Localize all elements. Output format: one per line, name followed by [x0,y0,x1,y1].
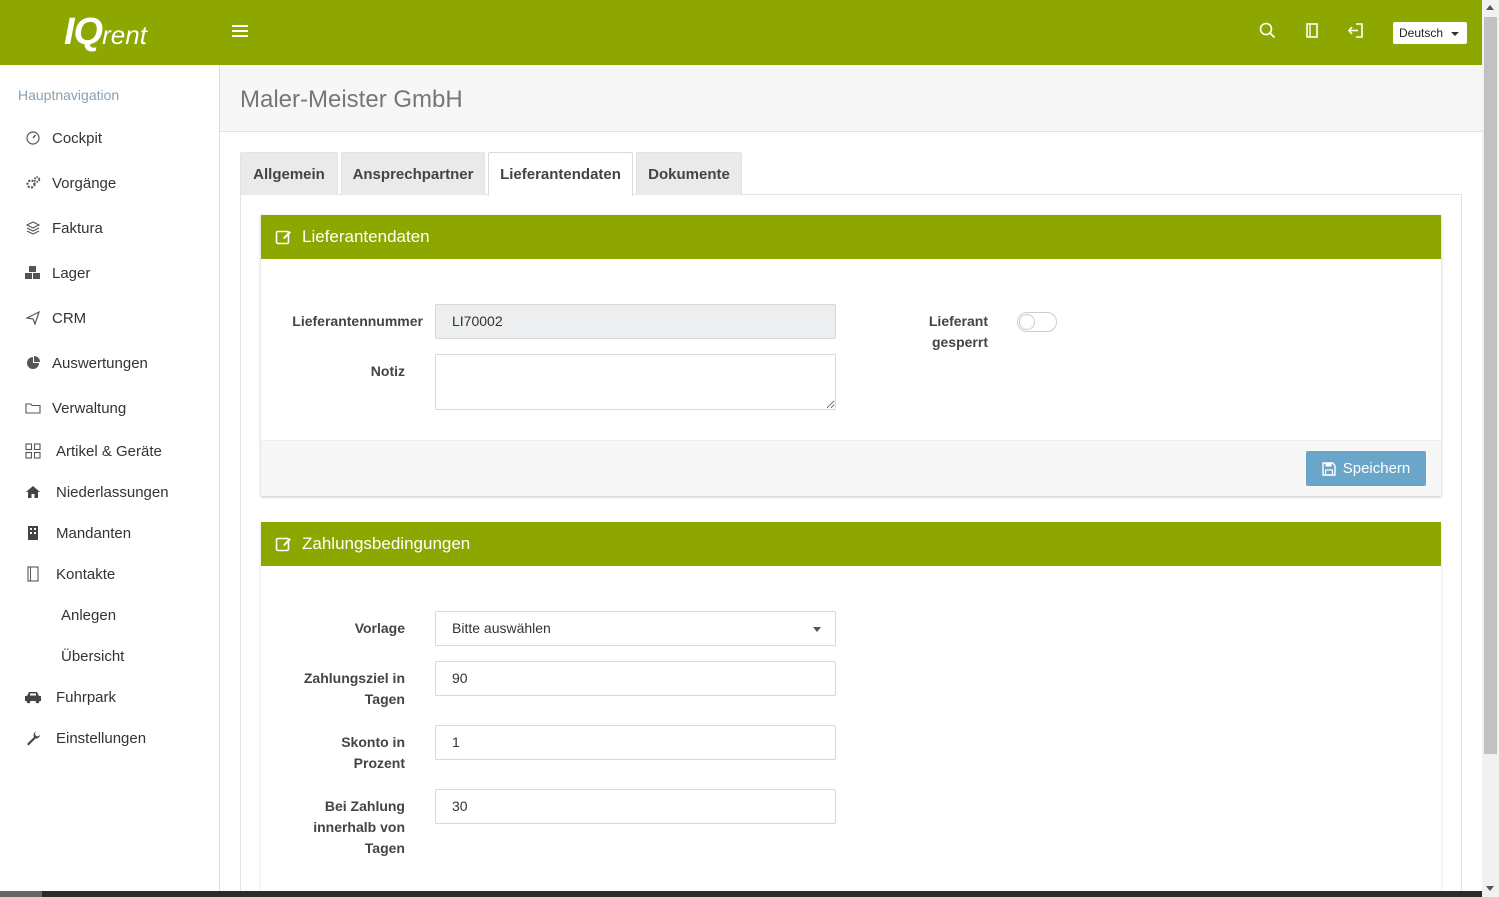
note-label: Notiz [370,363,405,379]
sidebar-item-label: Kontakte [56,565,116,583]
sidebar: Hauptnavigation Cockpit Vorgänge Faktura… [0,65,220,897]
sidebar-item-label: Anlegen [61,606,117,624]
floppy-disk-icon [1322,461,1336,476]
book-icon[interactable] [1301,20,1323,42]
sidebar-item-label: Lager [52,264,91,282]
nav-header: Hauptnavigation [18,87,120,103]
sidebar-item-label: Artikel & Geräte [56,442,162,460]
card-title: Lieferantendaten [302,227,430,246]
sidebar-item-label: Auswertungen [52,354,148,372]
supplier-data-card: Lieferantendaten Lieferantennummer LI700… [261,215,1441,496]
search-icon[interactable] [1257,20,1279,42]
building-icon [24,524,42,542]
sidebar-item-einstellungen[interactable]: Einstellungen [24,727,214,749]
sidebar-item-label: CRM [52,309,87,327]
tab-lieferantendaten[interactable]: Lieferantendaten [488,152,633,196]
sidebar-item-mandanten[interactable]: Mandanten [24,522,214,544]
menu-toggle-icon[interactable] [232,25,248,39]
sidebar-item-label: Fuhrpark [56,688,117,706]
payment-terms-card: Zahlungsbedingungen Vorlage Bitte auswäh… [261,522,1441,897]
sidebar-item-verwaltung[interactable]: Verwaltung [24,397,214,419]
gears-icon [24,174,42,192]
home-icon [24,483,42,501]
scrollbar-thumb[interactable] [0,891,42,897]
sidebar-item-lager[interactable]: Lager [24,262,214,284]
supplier-blocked-toggle[interactable] [1017,312,1057,332]
vertical-scrollbar[interactable] [1482,0,1499,897]
sidebar-item-label: Faktura [52,219,103,237]
sidebar-item-kontakte[interactable]: Kontakte [24,563,214,585]
sidebar-item-crm[interactable]: CRM [24,307,214,329]
note-field[interactable] [435,354,836,410]
sidebar-item-vorgaenge[interactable]: Vorgänge [24,172,214,194]
pie-chart-icon [24,354,42,372]
discount-label: Skonto in Prozent [341,734,405,771]
sidebar-item-label: Verwaltung [52,399,127,417]
payment-term-days-field[interactable]: 90 [435,661,836,696]
sidebar-item-label: Cockpit [52,129,103,147]
chevron-down-icon [1451,32,1459,36]
scrollbar-thumb[interactable] [1484,17,1497,754]
sidebar-item-niederlassungen[interactable]: Niederlassungen [24,481,214,503]
tab-ansprechpartner[interactable]: Ansprechpartner [341,152,485,195]
edit-icon [275,228,293,246]
toggle-knob [1019,314,1035,330]
car-icon [24,688,42,706]
top-navbar: IQrent Deutsch [0,0,1482,65]
supplier-blocked-label: Lieferant gesperrt [928,313,988,350]
edit-icon [275,535,293,553]
page-title: Maler-Meister GmbH [240,86,463,113]
address-book-icon [24,565,42,583]
sidebar-item-label: Einstellungen [56,729,147,747]
language-select[interactable]: Deutsch [1393,22,1467,44]
template-label: Vorlage [354,620,405,636]
supplier-number-label: Lieferantennummer [292,313,423,329]
card-header: Zahlungsbedingungen [261,522,1441,566]
scroll-up-icon[interactable] [1486,5,1494,10]
card-header: Lieferantendaten [261,215,1441,259]
chevron-down-icon [813,627,821,632]
scroll-down-icon[interactable] [1486,886,1494,891]
sidebar-item-fuhrpark[interactable]: Fuhrpark [24,686,214,708]
cubes-icon [24,264,42,282]
iqrent-logo[interactable]: IQrent [64,12,147,60]
payment-term-label: Zahlungsziel in Tagen [303,670,405,707]
discount-days-label: Bei Zahlung innerhalb von Tagen [313,798,405,856]
template-select[interactable]: Bitte auswählen [435,611,836,646]
dashboard-icon [24,129,42,147]
tab-allgemein[interactable]: Allgemein [240,152,338,195]
grid-icon [24,442,42,460]
supplier-number-field[interactable]: LI70002 [435,304,836,339]
discount-percent-field[interactable]: 1 [435,725,836,760]
sidebar-item-label: Mandanten [56,524,132,542]
sidebar-item-label: Niederlassungen [56,483,169,501]
layers-icon [24,219,42,237]
sidebar-item-cockpit[interactable]: Cockpit [24,127,214,149]
sidebar-item-label: Übersicht [61,647,125,665]
tab-dokumente[interactable]: Dokumente [636,152,742,195]
sidebar-item-label: Vorgänge [52,174,117,192]
paper-plane-icon [24,309,42,327]
sidebar-item-artikel-geraete[interactable]: Artikel & Geräte [24,440,214,462]
card-footer: Speichern [261,440,1441,496]
sidebar-item-faktura[interactable]: Faktura [24,217,214,239]
sidebar-item-auswertungen[interactable]: Auswertungen [24,352,214,374]
page-header: Maler-Meister GmbH [220,65,1482,132]
discount-days-field[interactable]: 30 [435,789,836,824]
logout-icon[interactable] [1345,20,1367,42]
horizontal-scrollbar[interactable] [0,891,1482,897]
card-title: Zahlungsbedingungen [302,534,471,553]
wrench-icon [24,729,42,747]
save-button[interactable]: Speichern [1306,451,1426,486]
folder-icon [24,399,42,417]
